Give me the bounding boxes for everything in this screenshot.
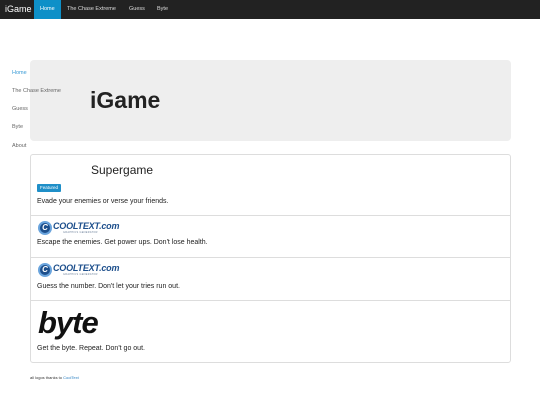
supergame-title[interactable]: Supergame [91,163,153,177]
divider [31,215,510,216]
byte-description: Get the byte. Repeat. Don't go out. [37,345,145,352]
sidebar-item-about[interactable]: About [12,143,26,149]
footer-credit: all logos thanks to CoolText [30,375,79,380]
divider [31,300,510,301]
nav-item-home[interactable]: Home [34,0,61,19]
page-title: iGame [90,87,161,113]
footer-text: all logos thanks to [30,375,63,380]
featured-badge: Featured [37,184,62,192]
sidebar-item-guess[interactable]: Guess [12,106,28,112]
guess-description: Guess the number. Don't let your tries r… [37,283,180,290]
jumbotron: iGame [30,60,511,141]
cooltext-logo-text: COOLTEXT.com [53,221,120,231]
supergame-description: Evade your enemies or verse your friends… [37,198,169,205]
byte-logo[interactable]: byte [38,306,99,340]
cooltext-logo[interactable]: C COOLTEXT.com GRAPHICS GENERATOR [38,221,119,235]
divider [31,257,510,258]
cooltext-logo[interactable]: C COOLTEXT.com GRAPHICS GENERATOR [38,263,119,277]
cooltext-logo-subtext: GRAPHICS GENERATOR [63,231,98,234]
cooltext-logo-subtext: GRAPHICS GENERATOR [63,273,98,276]
sidebar-item-byte[interactable]: Byte [12,124,23,130]
nav-item-guess[interactable]: Guess [123,0,151,19]
nav-item-the-chase-extreme[interactable]: The Chase Extreme [61,0,122,19]
nav-item-byte[interactable]: Byte [151,0,174,19]
games-list-panel: Supergame Featured Evade your enemies or… [30,154,511,363]
chase-description: Escape the enemies. Get power ups. Don't… [37,239,208,246]
cooltext-logo-text: COOLTEXT.com [53,263,120,273]
top-navbar: iGame Home The Chase Extreme Guess Byte [0,0,540,19]
sidebar-item-the-chase-extreme[interactable]: The Chase Extreme [12,88,61,94]
cooltext-c-icon: C [38,263,52,277]
sidebar-item-home[interactable]: Home [12,70,27,76]
navbar-brand[interactable]: iGame [5,0,32,19]
cooltext-c-icon: C [38,221,52,235]
cooltext-link[interactable]: CoolText [63,375,79,380]
